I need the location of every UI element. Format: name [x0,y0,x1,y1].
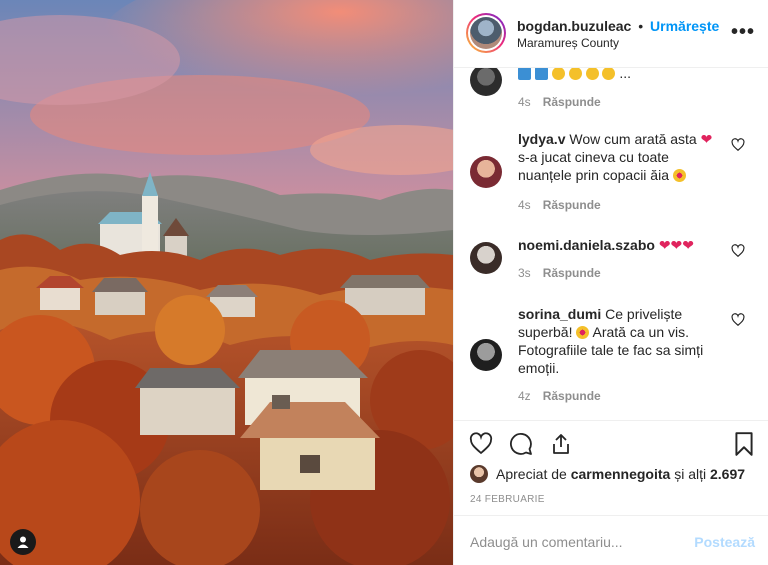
comment-time: 3s [518,266,531,280]
share-icon [553,434,569,454]
post-photo[interactable] [0,0,453,565]
add-comment-input[interactable]: Adaugă un comentariu... [470,534,623,550]
comment-avatar[interactable] [470,242,502,274]
author-avatar[interactable] [466,13,506,53]
comment-meta: 4z Răspunde [518,389,601,403]
share-button[interactable] [548,431,574,457]
comment-text: noemi.daniela.szabo ❤❤❤ [518,236,738,254]
raised-hands-emoji-icon [534,68,548,80]
comment-avatar[interactable] [470,156,502,188]
post-comment-button[interactable]: Postează [694,534,755,550]
likes-count[interactable]: 2.697 [710,466,745,482]
comment-item: lydya.v Wow cum arată asta ❤ s-a jucat c… [454,130,768,220]
raised-hands-emoji-icon [518,68,531,80]
more-options-icon[interactable]: ••• [731,22,755,42]
red-heart-emoji-icon: ❤❤❤ [658,237,695,253]
comment-meta: 4s Răspunde [518,198,601,212]
post-actions: Apreciat de carmennegoita și alți 2.697 … [454,420,768,565]
comment-item: noemi.daniela.szabo ❤❤❤ 3s Răspunde [454,236,768,286]
thumbs-up-emoji-icon [602,68,616,80]
add-comment-bar: Adaugă un comentariu... Postează [454,515,768,565]
post-location[interactable]: Maramureș County [517,36,619,50]
star-struck-emoji-icon [672,169,686,182]
clap-emoji-icon [551,68,565,80]
like-comment-heart-icon[interactable] [731,313,745,327]
comment-username[interactable]: lydya.v [518,131,565,147]
like-comment-heart-icon[interactable] [731,138,745,152]
village-landscape-image [0,0,453,565]
comment-text: sorina_dumi Ce priveliște superbă! Arată… [518,306,704,376]
reply-button[interactable]: Răspunde [543,266,601,280]
like-comment-heart-icon[interactable] [731,244,745,258]
reply-button[interactable]: Răspunde [543,389,601,403]
liker-username[interactable]: carmennegoita [571,466,671,482]
comment-avatar[interactable] [470,339,502,371]
comment-time: 4s [518,95,531,109]
comment-avatar[interactable] [470,68,502,96]
post-date: 24 FEBRUARIE [470,494,545,505]
clap-emoji-icon [568,68,582,80]
clap-emoji-icon [585,68,599,80]
ellipsis: ... [619,68,632,81]
like-button[interactable] [468,431,494,457]
comment-item: sorina_dumi Ce priveliște superbă! Arată… [454,305,768,415]
heart-icon [469,432,493,455]
reply-button[interactable]: Răspunde [543,198,601,212]
comment-time: 4s [518,198,531,212]
comment-username[interactable]: noemi.daniela.szabo [518,237,655,253]
follow-button[interactable]: Urmărește [650,18,719,34]
liked-by[interactable]: Apreciat de carmennegoita și alți 2.697 [470,465,745,483]
author-username[interactable]: bogdan.buzuleac [517,18,631,34]
post-header: bogdan.buzuleac • Urmărește Maramureș Co… [454,0,768,68]
comment-text: lydya.v Wow cum arată asta ❤ s-a jucat c… [518,131,713,183]
comment-emoji-line: ... [518,68,720,82]
comment-username[interactable]: sorina_dumi [518,306,601,322]
star-struck-emoji-icon [576,326,590,339]
comment-bubble-icon [510,433,532,455]
red-heart-emoji-icon: ❤ [700,131,713,147]
separator-dot: • [638,18,644,34]
comments-list[interactable]: ... 4s Răspunde lydya.v Wow cum arată ast… [454,68,768,420]
reply-button[interactable]: Răspunde [543,95,601,109]
comment-meta: 4s Răspunde [518,95,601,109]
tagged-user-button[interactable] [10,529,36,555]
save-bookmark-icon[interactable] [731,431,757,457]
comment-button[interactable] [508,431,534,457]
comment-meta: 3s Răspunde [518,266,601,280]
liker-avatar[interactable] [470,465,488,483]
comment-item: ... 4s Răspunde [454,68,768,118]
user-icon [17,536,29,548]
comment-time: 4z [518,389,531,403]
post-side-panel: bogdan.buzuleac • Urmărește Maramureș Co… [453,0,768,565]
